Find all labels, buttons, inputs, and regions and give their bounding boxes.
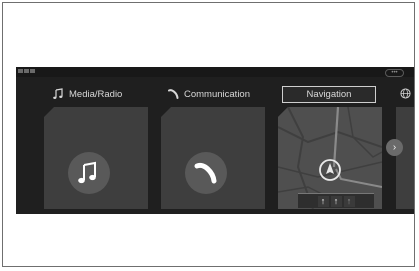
music-note-icon (53, 88, 63, 100)
tab-media-radio[interactable]: Media/Radio (48, 86, 148, 103)
tab-navigation[interactable]: Navigation (282, 86, 376, 103)
next-card-edge (396, 107, 414, 209)
globe-icon[interactable] (400, 88, 411, 99)
status-signal-icon (18, 69, 35, 73)
lane-arrow-icon: ↑ (330, 195, 342, 207)
tab-communication-label: Communication (184, 89, 250, 100)
infotainment-screen: ••• Media/Radio Communication Navigation (16, 67, 414, 214)
communication-card[interactable] (161, 107, 265, 209)
tab-communication[interactable]: Communication (163, 86, 274, 103)
navigation-card[interactable]: ↑ ↑ ↑ (278, 107, 382, 209)
phone-handset-icon (168, 89, 179, 100)
status-bar: ••• (16, 67, 414, 77)
lane-arrow-icon: ↑ (343, 195, 355, 207)
phone-icon-circle (185, 152, 227, 194)
media-icon-circle (68, 152, 110, 194)
music-note-icon (78, 161, 96, 184)
tab-navigation-label: Navigation (306, 89, 352, 100)
lane-arrow-icon: ↑ (317, 195, 329, 207)
phone-handset-icon (194, 162, 217, 184)
media-radio-card[interactable] (44, 107, 148, 209)
tab-media-label: Media/Radio (69, 89, 123, 100)
lane-guidance-bar: ↑ ↑ ↑ (298, 193, 374, 208)
next-page-button[interactable]: › (386, 139, 403, 156)
status-indicator: ••• (385, 69, 404, 77)
